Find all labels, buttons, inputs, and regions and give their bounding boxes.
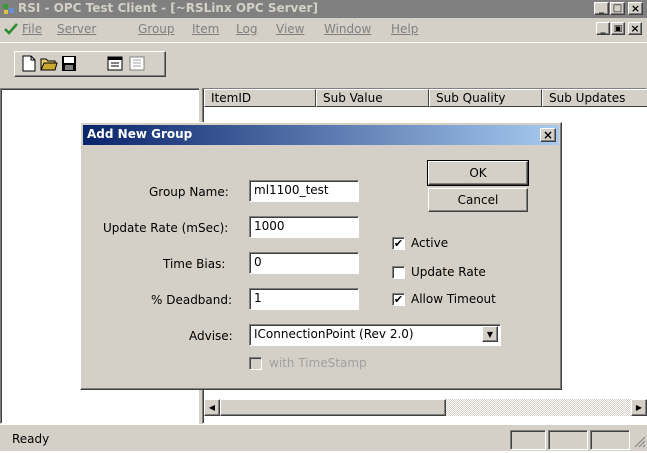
scroll-left-button[interactable]: ◀ — [204, 399, 220, 416]
minimize-button[interactable]: _ — [594, 2, 609, 15]
update-rate-checkbox[interactable] — [392, 266, 405, 279]
allow-timeout-label: Allow Timeout — [411, 292, 496, 306]
status-panel-3 — [590, 430, 630, 450]
update-rate-label: Update Rate (mSec): — [103, 221, 229, 235]
status-panel-1 — [510, 430, 546, 450]
column-header-sub-value[interactable]: Sub Value — [316, 89, 429, 107]
active-label: Active — [411, 236, 449, 250]
menu-bar: File Server Group Item Log View Window H… — [0, 18, 647, 42]
menu-view[interactable]: View — [276, 18, 304, 40]
menu-group[interactable]: Group — [138, 18, 175, 40]
view-icon[interactable] — [128, 55, 146, 72]
mdi-check-icon — [4, 22, 18, 36]
dialog-title: Add New Group — [87, 127, 193, 141]
menu-server[interactable]: Server — [57, 18, 96, 40]
mdi-close-button[interactable]: × — [628, 22, 642, 35]
cancel-button[interactable]: Cancel — [428, 188, 528, 212]
ok-button[interactable]: OK — [428, 161, 528, 185]
advise-select[interactable]: IConnectionPoint (Rev 2.0) ▼ — [249, 324, 501, 346]
with-timestamp-label: with TimeStamp — [269, 356, 367, 370]
status-panel-2 — [548, 430, 588, 450]
advise-label: Advise: — [189, 329, 233, 343]
update-rate-field[interactable]: 1000 — [249, 216, 359, 238]
window-title: RSI - OPC Test Client - [~RSLinx OPC Ser… — [18, 1, 318, 15]
add-new-group-dialog: Add New Group × Group Name: Update Rate … — [80, 122, 562, 390]
group-name-label: Group Name: — [149, 185, 229, 199]
new-file-icon[interactable] — [20, 55, 38, 72]
close-button[interactable]: × — [628, 2, 643, 15]
horizontal-scrollbar[interactable]: ◀ ▶ — [204, 399, 647, 416]
menu-file[interactable]: File — [22, 18, 42, 40]
status-bar: Ready — [0, 424, 647, 451]
mdi-minimize-button[interactable]: _ — [596, 22, 610, 35]
menu-window[interactable]: Window — [324, 18, 371, 40]
update-rate-checkbox-label: Update Rate — [411, 265, 486, 279]
advise-select-value: IConnectionPoint (Rev 2.0) — [254, 327, 414, 341]
menu-log[interactable]: Log — [236, 18, 257, 40]
menu-help[interactable]: Help — [391, 18, 418, 40]
scroll-right-button[interactable]: ▶ — [631, 399, 647, 416]
app-icon — [2, 2, 16, 16]
column-header-sub-quality[interactable]: Sub Quality — [429, 89, 542, 107]
group-name-field[interactable]: ml1100_test — [249, 180, 359, 202]
save-icon[interactable] — [60, 55, 78, 72]
deadband-field[interactable]: 1 — [249, 288, 359, 310]
mdi-restore-button[interactable]: ▣ — [611, 22, 625, 35]
deadband-label: % Deadband: — [151, 293, 233, 307]
time-bias-label: Time Bias: — [163, 257, 226, 271]
column-header-sub-updates[interactable]: Sub Updates — [542, 89, 647, 107]
column-header-itemid[interactable]: ItemID — [204, 89, 316, 107]
open-folder-icon[interactable] — [40, 55, 58, 72]
title-bar: RSI - OPC Test Client - [~RSLinx OPC Ser… — [0, 0, 647, 18]
allow-timeout-checkbox[interactable]: ✔ — [392, 293, 405, 306]
properties-icon[interactable] — [106, 55, 124, 72]
menu-item[interactable]: Item — [192, 18, 219, 40]
dialog-title-bar: Add New Group × — [83, 125, 559, 145]
dialog-close-button[interactable]: × — [540, 128, 556, 142]
toolbar — [0, 42, 647, 88]
status-text: Ready — [12, 432, 50, 446]
size-grip-icon[interactable] — [632, 433, 646, 450]
maximize-button[interactable]: □ — [610, 2, 625, 15]
active-checkbox[interactable]: ✔ — [392, 237, 405, 250]
chevron-down-icon[interactable]: ▼ — [482, 326, 498, 342]
with-timestamp-checkbox[interactable]: ✔ — [249, 357, 262, 370]
time-bias-field[interactable]: 0 — [249, 252, 359, 274]
scroll-thumb[interactable] — [220, 399, 446, 416]
